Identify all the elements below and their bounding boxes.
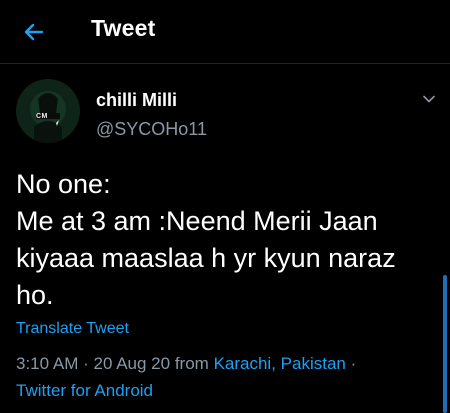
separator: ·	[350, 354, 357, 373]
author-handle[interactable]: @SYCOHo11	[96, 119, 207, 140]
page-title: Tweet	[91, 15, 156, 41]
tweet-text-line: kiyaaa maaslaa h yr kyun naraz	[16, 243, 396, 273]
arrow-left-icon	[24, 23, 44, 41]
avatar-badge-text: CM	[36, 113, 48, 120]
tweet-date: 20 Aug 20	[93, 354, 171, 373]
tweet-text-line: Me at 3 am :Neend Merii Jaan	[16, 206, 378, 236]
separator: ·	[83, 354, 89, 373]
chevron-down-icon	[423, 95, 435, 103]
tweet-text-line: No one:	[16, 169, 111, 199]
tweet-menu-button[interactable]	[418, 88, 440, 110]
tweet-text: No one: Me at 3 am :Neend Merii Jaan kiy…	[16, 166, 436, 314]
tweet-text-line: ho.	[16, 280, 54, 310]
avatar[interactable]: CM	[16, 79, 80, 143]
source-link[interactable]: Twitter for Android	[16, 381, 153, 400]
back-button[interactable]	[18, 16, 50, 48]
avatar-image	[16, 79, 80, 143]
author-name[interactable]: chilli Milli	[96, 90, 177, 111]
translate-tweet-link[interactable]: Translate Tweet	[16, 320, 129, 338]
tweet-time: 3:10 AM	[16, 354, 79, 373]
location-link[interactable]: Karachi, Pakistan	[214, 354, 346, 373]
tweet-metadata: 3:10 AM · 20 Aug 20 from Karachi, Pakist…	[16, 350, 436, 404]
top-app-bar: Tweet	[0, 0, 450, 64]
from-label: from	[174, 354, 209, 373]
scrollbar[interactable]	[443, 275, 447, 413]
